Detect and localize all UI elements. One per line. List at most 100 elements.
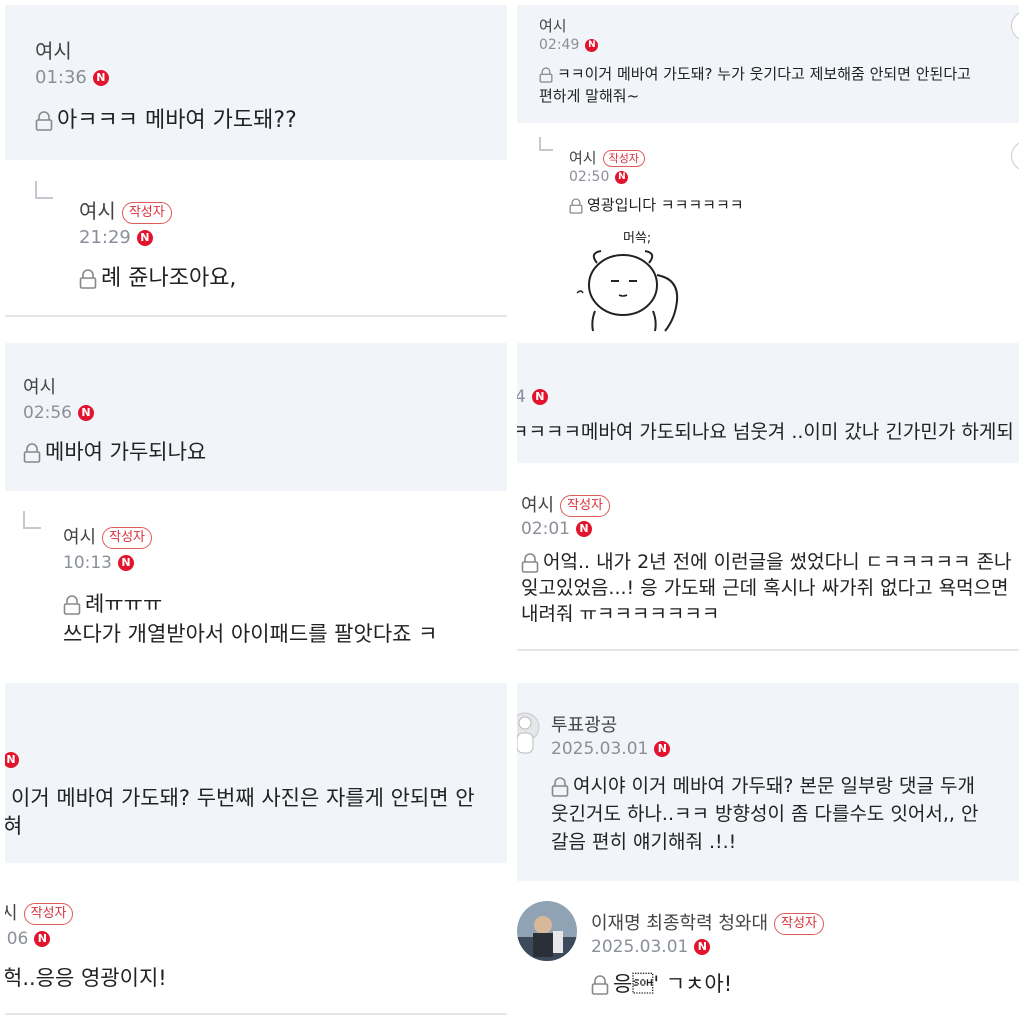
reply-indicator-icon [23,511,41,529]
reply-text-line1: 어엌.. 내가 2년 전에 이런글을 썼었다니 ㄷㅋㅋㅋㅋㅋ 존나 [543,551,1012,573]
comment-text-line2: 혀 [5,814,23,838]
reply-text-line1: 례ㅠㅠㅠ [85,592,163,616]
reply-indicator-icon [539,137,553,151]
comment-time-row: 02:56 N [23,403,94,423]
divider [517,649,1019,651]
lock-icon [591,975,609,995]
reply-author-row: 여시 작성자 [63,523,153,549]
new-badge-icon: N [118,555,134,571]
new-badge-icon: N [585,38,599,52]
divider [5,1013,507,1015]
comment-author: 투표광공 [551,715,618,736]
author-badge: 작성자 [560,495,611,517]
author-badge: 작성자 [602,150,645,167]
author-badge: 작성자 [121,201,172,224]
reply-time-row: 2025.03.01 N [591,937,711,957]
lock-icon [521,552,539,573]
more-options-button[interactable] [1011,141,1019,171]
new-badge-icon: N [615,170,629,184]
comment-text-line2: 웃긴거도 하나..ㅋㅋ 방향성이 좀 다를수도 잇어서,, 안 [551,803,979,825]
author-badge: 작성자 [774,913,824,935]
comment-panel-4: 4N ㅋㅋㅋㅋ메바여 가도되나요 넘웃겨 ..이미 갔나 긴가민가 하게되 여시… [517,343,1019,671]
reply-text: 헉..응응 영광이지! [5,966,167,990]
reply-time: 2025.03.01 [591,937,689,957]
comment-author: 여시 [23,377,57,398]
lock-icon [539,66,553,83]
profile-photo-avatar[interactable] [517,901,577,961]
comment-time: 4 [517,387,526,407]
new-badge-icon: N [136,230,153,246]
reply-time-row: :06 N [5,929,51,949]
comment-text: 메바여 가두되나요 [45,440,207,464]
reply-text: 영광입니다 ㅋㅋㅋㅋㅋㅋ [587,196,744,214]
new-badge-row: N [5,749,19,768]
comment-time: 02:56 [23,403,72,423]
comment-text-line1: ㅋㅋ이거 메바여 가도돼? 누가 웃기다고 제보해줌 안되면 안된다고 [557,65,971,83]
reply-text-line3: 내려줘 ㅠㅋㅋㅋㅋㅋㅋㅋ [521,603,720,625]
comment-text-row: ㅋㅋ이거 메바여 가도돼? 누가 웃기다고 제보해줌 안되면 안된다고 [539,63,971,85]
comment-panel-1: 여시 01:36 N 아ㅋㅋㅋ 메바여 가도돼?? 여시 작성자 21:29 N 례 … [5,5,507,333]
comment-highlight [5,683,507,863]
new-badge-icon: N [654,741,671,757]
new-badge-icon: N [5,751,19,768]
reply-text: 례 쥰나조아요, [101,266,237,291]
comment-text-row: 아ㅋㅋㅋ 메바여 가도돼?? [35,105,297,136]
reply-time: 02:01 [521,519,570,539]
comment-time: 02:49 [539,37,580,53]
reply-author: 여시 [79,199,116,223]
comment-author: 여시 [539,17,567,35]
reply-time: 10:13 [63,553,112,573]
divider [5,315,507,317]
reply-author-row: 여시 작성자 [521,491,611,517]
comment-text-line1: 이거 메바여 가도돼? 두번째 사진은 자를게 안되면 안 [11,786,475,810]
reply-text-line2: 쓰다가 개열받아서 아이패드를 팔앗다죠 ㅋ [63,622,438,646]
reply-author: 여시 [521,495,555,516]
comment-text-line1: 여시야 이거 메바여 가두돼? 본문 일부랑 댓글 두개 [573,775,975,797]
sticker-character-icon [576,250,679,332]
reply-time: 02:50 [569,169,610,185]
new-badge-icon: N [694,939,711,955]
reply-author-row: 여시 작성자 [569,147,645,168]
reply-author-row: 시 작성자 [5,899,74,925]
reply-author-row: 여시 작성자 [79,195,172,224]
reply-text-row: 영광입니다 ㅋㅋㅋㅋㅋㅋ [569,194,744,216]
comment-text: 아ㅋㅋㅋ 메바여 가도돼?? [57,108,297,133]
author-badge: 작성자 [102,527,153,549]
comment-panel-5: N 이거 메바여 가도돼? 두번째 사진은 자를게 안되면 안 혀 시작성자 :… [5,683,507,1019]
reply-author: 여시 [569,149,597,167]
reply-time-row: 02:01 N [521,519,592,539]
comment-time-row: 01:36 N [35,67,109,88]
reply-text-row: 응' ㄱㅊ아! [591,969,732,1000]
reply-text: 응' ㄱㅊ아! [613,972,733,996]
lock-icon [551,776,569,797]
comment-time: 2025.03.01 [551,739,649,759]
comment-author: 여시 [35,39,72,63]
comment-text-row: 메바여 가두되나요 [23,437,206,468]
comment-time-row: 2025.03.01 N [551,739,671,759]
comment-panel-2: 여시 02:49 N ㅋㅋ이거 메바여 가도돼? 누가 웃기다고 제보해줌 안되면… [517,5,1019,333]
reply-time-row: 10:13 N [63,553,134,573]
lock-icon [35,111,53,131]
new-badge-icon: N [34,931,51,947]
reply-text-row: 례ㅠㅠㅠ [63,589,162,620]
reply-time: :06 [5,929,29,949]
lock-icon [23,443,41,463]
new-badge-icon: N [531,389,548,405]
reply-time-row: 21:29 N [79,227,153,248]
reply-text-row: 례 쥰나조아요, [79,263,236,294]
comment-text: ㅋㅋㅋㅋ메바여 가도되나요 넘웃겨 ..이미 갔나 긴가민가 하게되 [517,421,1014,443]
lock-icon [63,595,81,615]
comment-text-line3: 갈음 편히 얘기해줘 .!.! [551,831,737,853]
new-badge-icon: N [92,70,109,86]
default-avatar-icon [517,712,540,754]
comment-time-row: 02:49 N [539,37,599,53]
reply-time-row: 02:50 N [569,169,629,185]
comment-time-row: 4N [517,387,548,407]
reply-author: 시 [5,903,18,924]
author-badge: 작성자 [23,903,74,925]
comment-panel-3: 여시 02:56 N 메바여 가두되나요 여시 작성자 10:13 N 례ㅠㅠㅠ 쓰다… [5,343,507,671]
new-badge-icon: N [78,405,94,421]
comment-text-row: 여시야 이거 메바여 가두돼? 본문 일부랑 댓글 두개 [551,771,975,802]
lock-icon [79,269,97,289]
comment-text-line2: 편하게 말해줘~ [539,87,640,105]
